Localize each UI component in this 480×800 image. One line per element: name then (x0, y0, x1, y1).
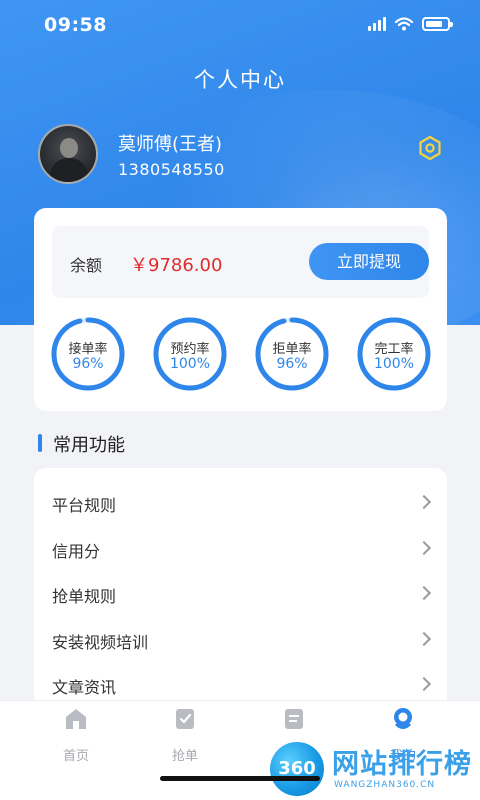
stat-label: 接单率 (68, 342, 108, 357)
wifi-icon (395, 17, 413, 31)
chevron-right-icon (416, 540, 432, 555)
order-icon (285, 709, 303, 729)
page-title: 个人中心 (194, 68, 286, 92)
stat-value: 100% (373, 356, 415, 372)
tab-label: 抢单 (171, 749, 198, 764)
chevron-right-icon (416, 585, 432, 601)
home-indicator (160, 776, 320, 781)
balance-label: 余额 (70, 256, 103, 275)
watermark: 360 网站排行榜 WANGZHAN360.CN (268, 738, 480, 800)
stat-value: 96% (72, 356, 104, 372)
profile-icon (394, 708, 412, 729)
watermark-subtext: WANGZHAN360.CN (334, 780, 436, 790)
chevron-right-icon (416, 631, 432, 646)
stats-rings: 接单率 96% 预约率 100% 拒单率 96% 完工率 100% (34, 316, 447, 396)
battery-icon (422, 17, 453, 31)
home-icon (66, 709, 86, 729)
balance-amount: ￥9786.00 (130, 255, 223, 276)
watermark-text: 网站排行榜 (332, 749, 472, 780)
chevron-right-icon (416, 494, 432, 510)
avatar[interactable] (38, 124, 98, 184)
menu-item[interactable]: 信用分 (34, 527, 447, 572)
status-bar: 09:58 (0, 0, 480, 54)
status-time: 09:58 (44, 14, 107, 36)
section-accent-bar (38, 434, 42, 452)
watermark-logo: 360 (270, 742, 324, 796)
settings-icon[interactable] (417, 135, 443, 161)
tab-grab-order[interactable]: 抢单 (150, 707, 220, 764)
menu-item-label: 安装视频培训 (52, 632, 149, 652)
tab-label: 首页 (62, 749, 89, 764)
stat-label: 完工率 (374, 342, 414, 357)
stat-ring: 拒单率 96% (254, 316, 330, 392)
menu-item-label: 信用分 (52, 541, 101, 561)
menu-item-label: 文章资讯 (52, 678, 117, 697)
stat-label: 预约率 (170, 342, 210, 357)
chevron-right-icon (416, 676, 432, 692)
grab-order-icon (176, 709, 194, 729)
menu-item[interactable]: 抢单规则 (34, 572, 447, 617)
user-name: 莫师傅(王者) (118, 134, 223, 155)
menu-item[interactable]: 平台规则 (34, 481, 447, 526)
balance-box: 余额 ￥9786.00 立即提现 (52, 226, 429, 298)
stat-value: 96% (276, 356, 308, 372)
status-icons (368, 17, 453, 31)
stat-ring: 完工率 100% (356, 316, 432, 392)
signal-icon (368, 17, 386, 31)
menu-item-label: 平台规则 (52, 496, 117, 515)
function-menu: 平台规则信用分抢单规则安装视频培训 文章资讯 (34, 468, 447, 708)
stat-ring: 预约率 100% (152, 316, 228, 392)
user-phone: 1380548550 (118, 160, 225, 179)
account-card: 余额 ￥9786.00 立即提现 接单率 96% 预约率 100% 拒单率 96% 完工率 1… (34, 208, 447, 411)
section-title: 常用功能 (53, 435, 125, 456)
tab-home[interactable]: 首页 (41, 707, 111, 764)
menu-item-label: 抢单规则 (52, 587, 117, 606)
stat-label: 拒单率 (272, 342, 312, 357)
menu-item[interactable]: 安装视频培训 (34, 618, 447, 663)
withdraw-button[interactable]: 立即提现 (309, 243, 429, 280)
stat-value: 100% (169, 356, 211, 372)
stat-ring: 接单率 96% (50, 316, 126, 392)
